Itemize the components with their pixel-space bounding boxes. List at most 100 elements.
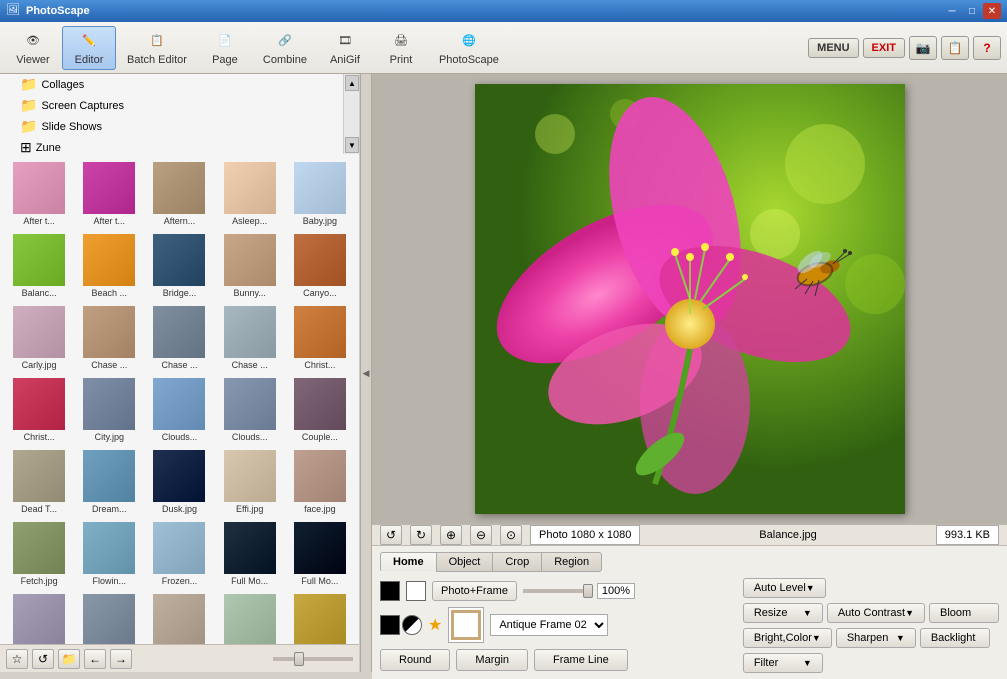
paint-tool-button[interactable] — [380, 615, 400, 635]
zoom-slider[interactable] — [273, 657, 353, 661]
panel-divider[interactable]: ◀ — [360, 74, 372, 672]
help-button[interactable]: ? — [973, 36, 1001, 60]
thumbnail-item[interactable]: Dead T... — [4, 446, 74, 518]
eraser-tool-button[interactable] — [402, 615, 422, 635]
toolbar-print[interactable]: 🖨 Print — [374, 26, 428, 70]
star-button[interactable]: ☆ — [6, 649, 28, 669]
minimize-button[interactable]: ─ — [943, 3, 961, 19]
back-button[interactable]: ← — [84, 649, 106, 669]
thumbnail-item[interactable]: Flowin... — [74, 518, 144, 590]
folder-open-button[interactable]: 📁 — [58, 649, 80, 669]
folder-slide-shows[interactable]: 📁 Slide Shows — [0, 116, 343, 137]
thumbnail-item[interactable]: Dusk.jpg — [144, 446, 214, 518]
toolbar-viewer[interactable]: 👁 Viewer — [6, 26, 60, 70]
screenshot-button[interactable]: 📷 — [909, 36, 937, 60]
thumbnail-item[interactable]: Happy... — [215, 590, 285, 644]
thumbnail-item[interactable]: Frozen... — [144, 518, 214, 590]
menu-button[interactable]: MENU — [808, 38, 858, 58]
maximize-button[interactable]: □ — [963, 3, 981, 19]
fit-button[interactable]: ⊙ — [500, 525, 522, 545]
thumbnail-item[interactable]: After t... — [74, 158, 144, 230]
thumbnail-item[interactable]: Chase ... — [215, 302, 285, 374]
thumbnail-item[interactable]: Chase ... — [74, 302, 144, 374]
thumbnail-item[interactable]: Clouds... — [144, 374, 214, 446]
auto-level-button[interactable]: Auto Level ▼ — [743, 578, 826, 598]
thumbnail-item[interactable]: Canyo... — [285, 230, 355, 302]
redo-button[interactable]: ↻ — [410, 525, 432, 545]
toolbar-photoscape[interactable]: 🌐 PhotoScape — [430, 26, 508, 70]
thumbnail-item[interactable]: Christ... — [285, 302, 355, 374]
background-color-swatch[interactable] — [406, 581, 426, 601]
zoom-in-nav-button[interactable]: ⊕ — [440, 525, 462, 545]
thumbnail-item[interactable]: Gizmo... — [4, 590, 74, 644]
frame-line-button[interactable]: Frame Line — [534, 649, 628, 671]
thumbnail-item[interactable]: Harves... — [285, 590, 355, 644]
thumbnail-item[interactable]: Happy ... — [144, 590, 214, 644]
ctrl-row-1: Photo+Frame 100% — [380, 581, 737, 601]
bloom-button[interactable]: Bloom — [929, 603, 999, 623]
folder-zune[interactable]: ⊞ Zune — [0, 137, 343, 154]
thumbnail-item[interactable]: Bunny... — [215, 230, 285, 302]
opacity-value[interactable]: 100% — [597, 583, 635, 599]
foreground-color-swatch[interactable] — [380, 581, 400, 601]
thumbnail-item[interactable]: Full Mo... — [215, 518, 285, 590]
thumbnail-item[interactable]: Chase ... — [144, 302, 214, 374]
sharpen-button[interactable]: Sharpen ▼ — [836, 628, 916, 648]
tab-crop[interactable]: Crop — [492, 552, 541, 572]
editor-left-controls: Photo+Frame 100% ★ — [380, 581, 737, 671]
thumbnail-item[interactable]: Happy ... — [74, 590, 144, 644]
toolbar-editor[interactable]: ✏️ Editor — [62, 26, 116, 70]
thumbnail-item[interactable]: Carly.jpg — [4, 302, 74, 374]
main-content: 📁 Collages 📁 Screen Captures 📁 Slide Sho… — [0, 74, 1007, 672]
thumbnail-item[interactable]: Baby.jpg — [285, 158, 355, 230]
round-button[interactable]: Round — [380, 649, 450, 671]
folder-icon: 📁 — [20, 97, 37, 114]
refresh-button[interactable]: ↺ — [32, 649, 54, 669]
photo-frame-button[interactable]: Photo+Frame — [432, 581, 517, 601]
auto-contrast-button[interactable]: Auto Contrast ▼ — [827, 603, 925, 623]
thumbnail-item[interactable]: face.jpg — [285, 446, 355, 518]
thumbnail-item[interactable]: City.jpg — [74, 374, 144, 446]
opacity-slider[interactable] — [523, 589, 593, 593]
backlight-button[interactable]: Backlight — [920, 628, 990, 648]
thumbnail-item[interactable]: Clouds... — [215, 374, 285, 446]
frame-selector[interactable]: Antique Frame 02 Antique Frame 01 Modern… — [490, 614, 608, 636]
thumbnail-item[interactable]: Full Mo... — [285, 518, 355, 590]
tab-object[interactable]: Object — [436, 552, 493, 572]
filter-button[interactable]: Filter ▼ — [743, 653, 823, 673]
tab-region[interactable]: Region — [541, 552, 602, 572]
undo-button[interactable]: ↺ — [380, 525, 402, 545]
folder-scrollbar[interactable]: ▲ ▼ — [343, 74, 359, 154]
btn-row-3: Bright,Color ▼ Sharpen ▼ Backlight — [743, 628, 999, 648]
thumbnail-item[interactable]: Fetch.jpg — [4, 518, 74, 590]
folder-screen-captures[interactable]: 📁 Screen Captures — [0, 95, 343, 116]
folder-collages[interactable]: 📁 Collages — [0, 74, 343, 95]
tab-home[interactable]: Home — [380, 552, 436, 572]
exit-button[interactable]: EXIT — [863, 38, 905, 58]
thumbnail-item[interactable]: Couple... — [285, 374, 355, 446]
thumbnail-item[interactable]: Dream... — [74, 446, 144, 518]
image-view — [372, 74, 1007, 524]
thumbnail-item[interactable]: Bridge... — [144, 230, 214, 302]
toolbar-page[interactable]: 📄 Page — [198, 26, 252, 70]
thumbnail-item[interactable]: Aftern... — [144, 158, 214, 230]
toolbar-anigif[interactable]: 🎞 AniGif — [318, 26, 372, 70]
close-button[interactable]: ✕ — [983, 3, 1001, 19]
thumbnail-item[interactable]: Asleep... — [215, 158, 285, 230]
thumbnail-grid-container[interactable]: After t...After t...Aftern...Asleep...Ba… — [0, 154, 359, 644]
resize-button[interactable]: Resize ▼ — [743, 603, 823, 623]
forward-button[interactable]: → — [110, 649, 132, 669]
margin-button[interactable]: Margin — [456, 649, 528, 671]
toolbar-batch[interactable]: 📋 Batch Editor — [118, 26, 196, 70]
copy-button[interactable]: 📋 — [941, 36, 969, 60]
toolbar-combine[interactable]: 🔗 Combine — [254, 26, 316, 70]
zoom-out-nav-button[interactable]: ⊖ — [470, 525, 492, 545]
thumbnail-item[interactable]: Effi.jpg — [215, 446, 285, 518]
thumbnail-item[interactable]: After t... — [4, 158, 74, 230]
favorite-star[interactable]: ★ — [428, 615, 442, 635]
thumbnail-item[interactable]: Christ... — [4, 374, 74, 446]
thumbnail-item[interactable]: Beach ... — [74, 230, 144, 302]
bright-color-button[interactable]: Bright,Color ▼ — [743, 628, 832, 648]
btn-row-1: Auto Level ▼ — [743, 578, 999, 598]
thumbnail-item[interactable]: Balanc... — [4, 230, 74, 302]
